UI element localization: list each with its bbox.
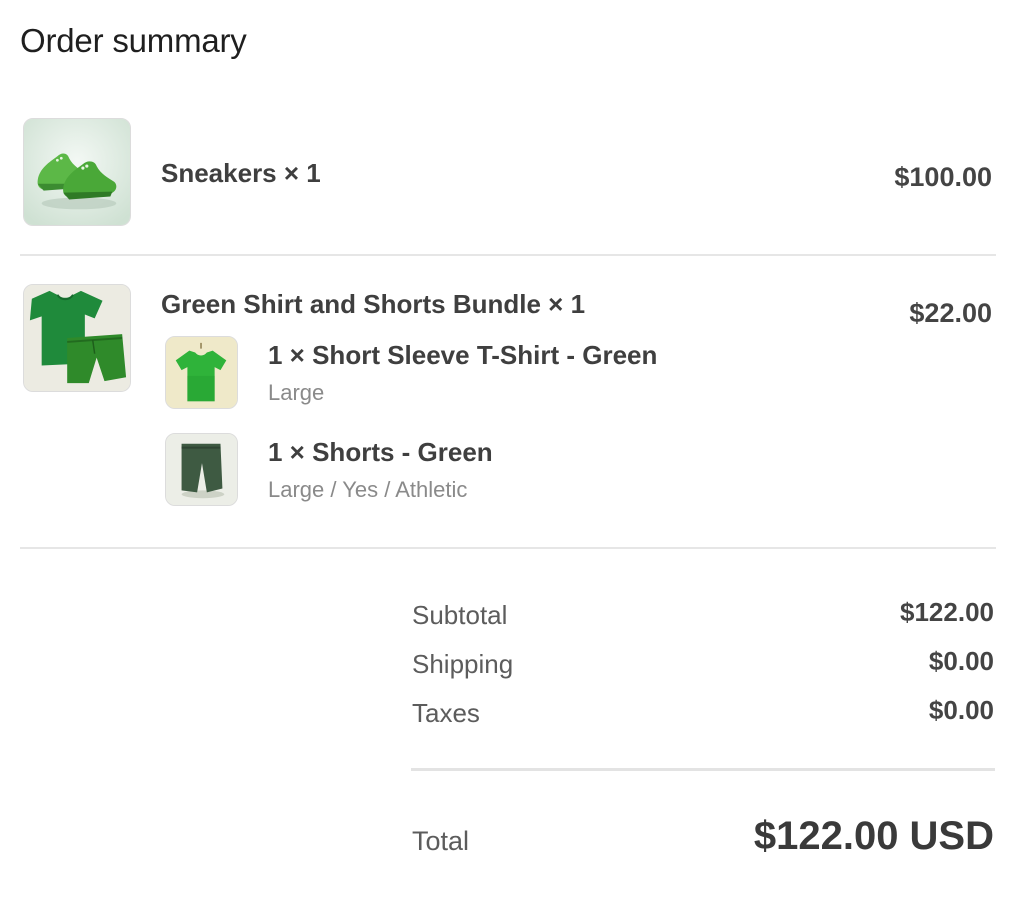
line-item-divider	[20, 254, 996, 256]
taxes-label: Taxes	[412, 698, 480, 728]
shorts-image	[165, 433, 238, 506]
shipping-value: $0.00	[928, 646, 994, 676]
taxes-value: $0.00	[928, 695, 994, 725]
line-item-name: Green Shirt and Shorts Bundle × 1	[161, 289, 586, 319]
page-title: Order summary	[20, 22, 247, 59]
total-label: Total	[412, 826, 470, 856]
line-item-name: Sneakers × 1	[161, 158, 321, 188]
bundle-component-name: 1 × Shorts - Green	[268, 437, 493, 467]
shipping-label: Shipping	[412, 649, 514, 679]
line-item-price: $22.00	[909, 298, 992, 328]
shirt-shorts-bundle-image	[23, 284, 131, 392]
total-value: $122.00 USD	[753, 814, 994, 858]
items-summary-divider	[20, 547, 996, 549]
subtotal-value: $122.00	[900, 597, 994, 627]
total-divider	[411, 768, 995, 771]
bundle-component-variant: Large / Yes / Athletic	[268, 477, 468, 502]
subtotal-label: Subtotal	[412, 600, 508, 630]
bundle-component-variant: Large	[268, 380, 325, 405]
line-item-price: $100.00	[894, 162, 992, 192]
tshirt-image	[165, 336, 238, 409]
bundle-component-name: 1 × Short Sleeve T-Shirt - Green	[268, 340, 658, 370]
sneakers-image	[23, 118, 131, 226]
